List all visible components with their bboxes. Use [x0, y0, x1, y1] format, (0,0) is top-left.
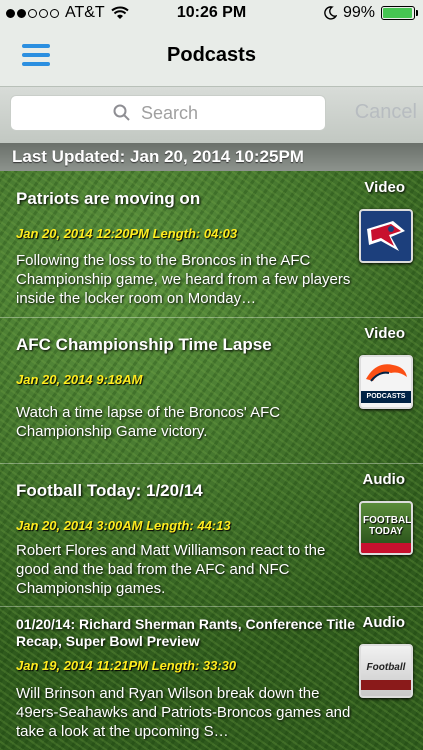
thumb-label: Football — [366, 662, 406, 673]
cbs-football-thumbnail: Football — [359, 644, 413, 698]
item-description: Watch a time lapse of the Broncos' AFC C… — [16, 404, 281, 440]
thumb-label: PODCASTS — [361, 391, 411, 403]
item-title: AFC Championship Time Lapse — [16, 335, 272, 354]
nav-bar: Podcasts — [0, 28, 423, 87]
podcast-list: Patriots are moving on Jan 20, 2014 12:2… — [0, 171, 423, 750]
search-input[interactable] — [139, 101, 223, 125]
item-type: Video — [364, 325, 405, 342]
cancel-button[interactable]: Cancel — [355, 101, 417, 124]
battery-icon — [381, 6, 418, 20]
status-right: 99% — [323, 4, 418, 22]
item-title: Football Today: 1/20/14 — [16, 481, 203, 500]
patriots-thumbnail — [359, 209, 413, 263]
search-bar: Cancel — [0, 87, 423, 143]
item-title: 01/20/14: Richard Sherman Rants, Confere… — [16, 616, 355, 649]
item-type: Audio — [362, 471, 406, 488]
item-meta: Jan 20, 2014 3:00AM Length: 44:13 — [16, 518, 231, 533]
item-meta: Jan 20, 2014 12:20PM Length: 04:03 — [16, 226, 238, 241]
page-title: Podcasts — [167, 44, 256, 66]
item-meta: Jan 20, 2014 9:18AM — [16, 372, 143, 387]
status-bar: AT&T 10:26 PM 99% — [0, 0, 423, 28]
battery-percent: 99% — [342, 4, 375, 21]
moon-icon — [324, 6, 337, 20]
search-icon — [113, 104, 130, 121]
item-type: Audio — [362, 614, 406, 631]
thumb-label: FOOTBALL TODAY — [363, 515, 413, 537]
football-today-thumbnail: FOOTBALL TODAY — [359, 501, 413, 555]
item-description: Will Brinson and Ryan Wilson break down … — [16, 685, 351, 740]
list-item[interactable]: Patriots are moving on Jan 20, 2014 12:2… — [0, 171, 423, 318]
item-title: Patriots are moving on — [16, 189, 201, 208]
list-item[interactable]: AFC Championship Time Lapse Jan 20, 2014… — [0, 317, 423, 464]
search-field[interactable] — [10, 95, 326, 131]
item-description: Following the loss to the Broncos in the… — [16, 252, 351, 307]
item-description: Robert Flores and Matt Williamson react … — [16, 542, 326, 597]
broncos-thumbnail: PODCASTS — [359, 355, 413, 409]
list-item[interactable]: 01/20/14: Richard Sherman Rants, Confere… — [0, 606, 423, 750]
item-meta: Jan 19, 2014 11:21PM Length: 33:30 — [16, 658, 237, 673]
list-item[interactable]: Football Today: 1/20/14 Jan 20, 2014 3:0… — [0, 463, 423, 607]
item-type: Video — [364, 179, 405, 196]
last-updated-banner: Last Updated: Jan 20, 2014 10:25PM — [0, 143, 423, 171]
